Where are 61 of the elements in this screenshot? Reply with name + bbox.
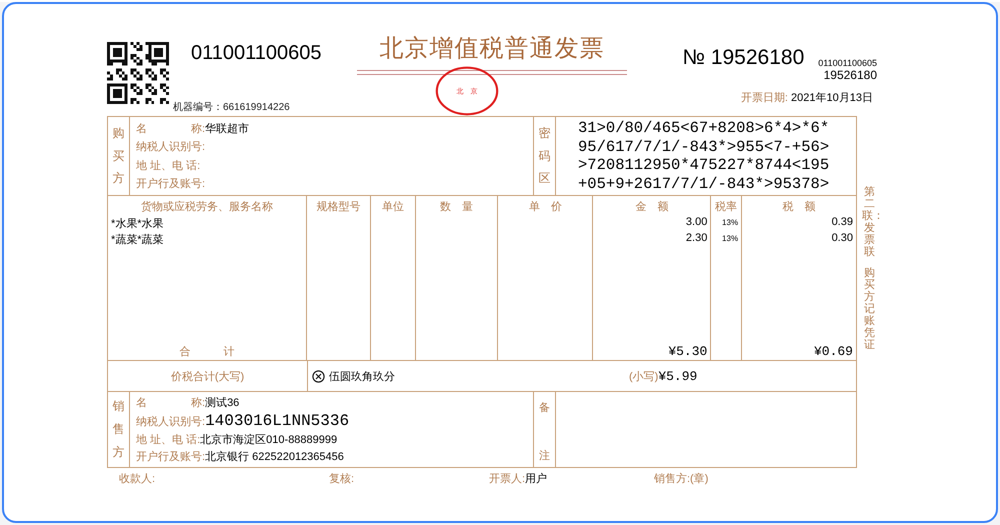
field-label: 名 称:	[136, 396, 206, 410]
cipher-text: 31>0/80/465<67+8208>6*4>*6*	[578, 119, 830, 138]
signature-label: 开票人:	[489, 472, 526, 486]
machine-number: 机器编号：661619914226	[173, 100, 291, 114]
invoice-date: 开票日期: 2021年10月13日	[740, 91, 874, 105]
table-cell-text: 2.30	[684, 231, 708, 246]
field-value: 1403016L1NN5336	[205, 412, 350, 430]
table-cell-text: 13%	[721, 233, 740, 245]
remarks-label: 注	[539, 448, 550, 463]
signature-value: 用户	[525, 472, 548, 486]
field-value: 华联超市	[205, 122, 250, 136]
field-label: 开户行及账号:	[136, 450, 206, 464]
total-amount: ¥5.30	[667, 344, 708, 360]
section-label: 销售方	[112, 398, 124, 461]
total-label: 合 计	[178, 345, 236, 360]
field-value: 北京银行 622522012365456	[205, 450, 344, 464]
total-tax: ¥0.69	[812, 344, 854, 360]
cipher-text: 95/617/7/1/-843*>955<7-+56>	[578, 138, 830, 156]
signature-label: 复核:	[329, 472, 354, 486]
cipher-text: +05+9+2617/7/1/-843*>95378>	[578, 174, 830, 193]
remarks-label: 备	[539, 401, 550, 415]
signature-label: 收款人:	[119, 472, 156, 486]
amount-label: (小写)	[629, 370, 658, 384]
table-cell-text: 13%	[721, 217, 740, 229]
signature-label: 销售方:(章)	[654, 472, 708, 486]
section-label: 购买方	[112, 124, 124, 188]
column-header: 税 额	[782, 200, 817, 215]
invoice-number: № 19526180	[682, 46, 804, 70]
amount-in-words: 伍圆玖角玖分	[329, 370, 395, 384]
qr-code-icon	[107, 42, 169, 104]
field-label: 纳税人识别号:	[136, 415, 206, 429]
field-label: 地 址、电 话:	[136, 158, 200, 173]
field-label: 地 址、电 话:	[136, 433, 200, 447]
column-header: 货物或应税劳务、服务名称	[140, 200, 274, 215]
invoice-title: 北京增值税普通发票	[380, 36, 604, 62]
table-cell-text: 0.30	[830, 231, 854, 246]
field-label: 纳税人识别号:	[136, 140, 206, 154]
table-cell-text: 3.00	[684, 215, 708, 230]
invoice-code: 011001100605	[818, 58, 877, 68]
copy-note: 购买方记账凭证	[863, 266, 876, 352]
column-header: 金 额	[634, 200, 670, 215]
column-header: 单 价	[528, 200, 563, 215]
field-value: 测试36	[205, 396, 240, 410]
field-label: 名 称:	[136, 122, 206, 136]
copy-note: 第二联：发票联	[862, 186, 878, 259]
circled-x-icon	[312, 370, 325, 382]
section-label: 密码区	[538, 124, 550, 188]
invoice-code: 011001100605	[191, 42, 322, 65]
cipher-text: >7208112950*475227*8744<195	[578, 156, 830, 174]
field-label: 开户行及账号:	[136, 176, 206, 192]
grand-total-label: 价税合计(大写)	[170, 370, 244, 384]
column-header: 单位	[380, 200, 405, 215]
column-header: 税率	[714, 200, 738, 215]
column-header: 规格型号	[315, 200, 362, 215]
amount-in-figures: ¥5.99	[658, 368, 698, 384]
table-cell-text: *水果*水果	[110, 217, 165, 231]
column-header: 数 量	[439, 200, 474, 215]
invoice-number: 19526180	[824, 68, 877, 82]
table-cell-text: 0.39	[830, 215, 854, 230]
field-value: 北京市海淀区010-88889999	[200, 432, 338, 447]
table-cell-text: *蔬菜*蔬菜	[110, 232, 165, 247]
